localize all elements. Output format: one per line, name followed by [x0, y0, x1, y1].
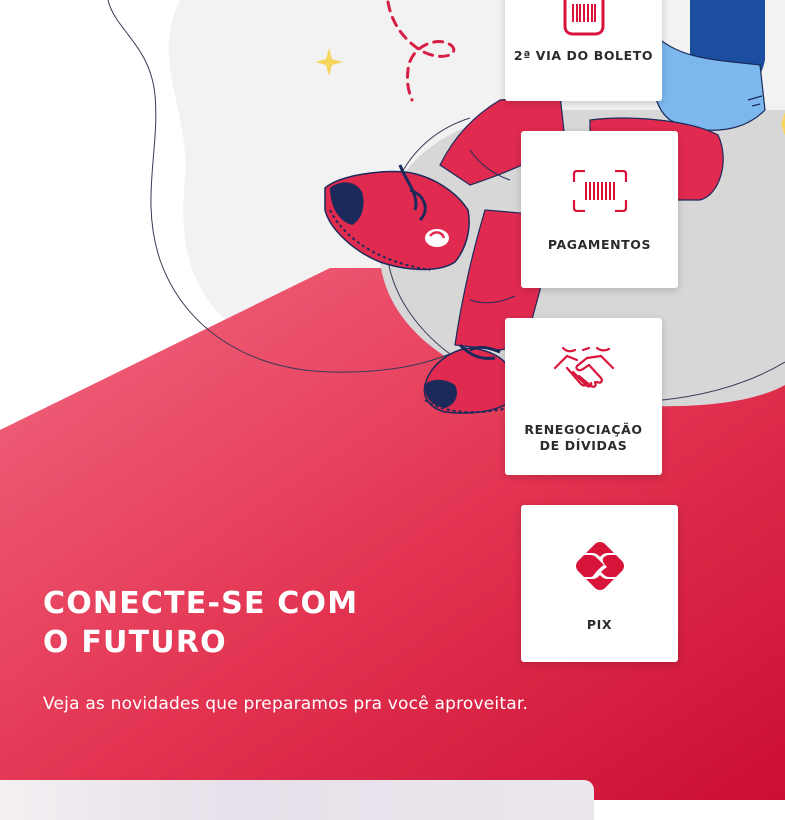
card-label: PIX [586, 617, 613, 632]
handshake-icon [553, 344, 615, 398]
card-label: 2ª VIA DO BOLETO [513, 48, 654, 63]
hero-title-line-1: CONECTE-SE COM [43, 586, 359, 621]
hero-title: CONECTE-SE COM O FUTURO [43, 584, 358, 662]
card-2via-boleto[interactable]: 2ª VIA DO BOLETO [505, 0, 662, 101]
pix-icon [574, 539, 626, 593]
news-image-preview[interactable] [0, 780, 594, 820]
hero-title-line-2: O FUTURO [43, 625, 227, 660]
boleto-barcode-icon [561, 0, 607, 36]
card-label: PAGAMENTOS [547, 237, 652, 252]
hero-illustration [0, 0, 785, 800]
card-renegociacao-dividas[interactable]: RENEGOCIAÇÃO DE DÍVIDAS [505, 318, 662, 475]
card-label: RENEGOCIAÇÃO DE DÍVIDAS [524, 422, 643, 453]
card-pagamentos[interactable]: PAGAMENTOS [521, 131, 678, 288]
card-pix[interactable]: PIX [521, 505, 678, 662]
hero-subtitle: Veja as novidades que preparamos pra voc… [43, 694, 529, 714]
barcode-scan-icon [572, 167, 628, 215]
